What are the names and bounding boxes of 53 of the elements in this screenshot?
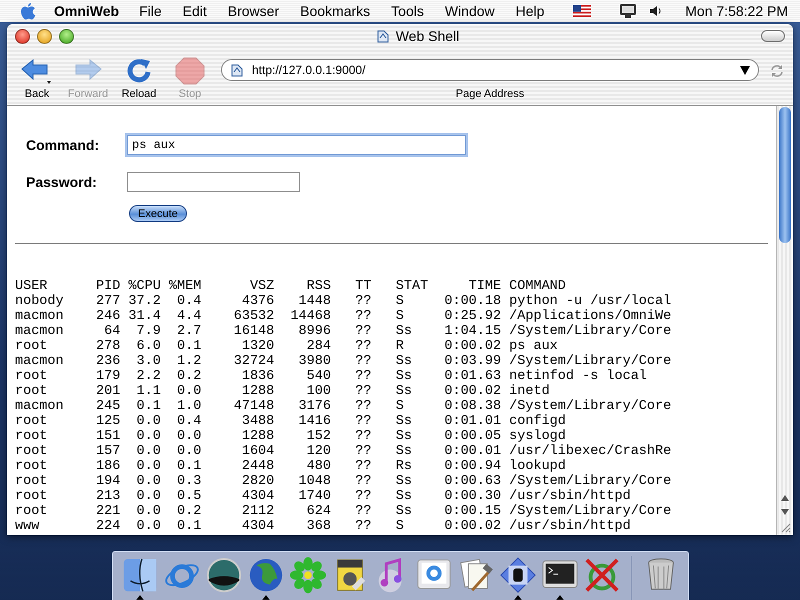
window-title: Web Shell xyxy=(396,28,460,44)
output-line: root 221 0.0 0.2 2112 624 ?? Ss 0:00.15 /System/Library/Core xyxy=(15,504,672,519)
menu-item[interactable]: File xyxy=(139,3,162,19)
reload-button[interactable]: Reload xyxy=(115,56,163,100)
password-label: Password: xyxy=(26,174,98,190)
zoom-button[interactable] xyxy=(59,28,74,44)
scroll-down-icon[interactable] xyxy=(780,508,790,516)
output-line: root 278 6.0 0.1 1320 284 ?? R 0:00.02 ps aux xyxy=(15,339,558,354)
menu-item[interactable]: Bookmarks xyxy=(300,3,370,19)
menu-item[interactable]: Edit xyxy=(182,3,207,19)
command-field[interactable]: ps aux xyxy=(127,134,466,154)
toolbar-toggle-button[interactable] xyxy=(761,30,785,42)
password-field[interactable] xyxy=(127,172,300,192)
output-line: nobody 277 37.2 0.4 4376 1448 ?? S 0:00.18 python -u /usr/local xyxy=(15,294,672,309)
scrollbar-thumb[interactable] xyxy=(779,107,791,243)
dropdown-icon[interactable] xyxy=(740,66,750,74)
menu-item[interactable]: Tools xyxy=(391,3,424,19)
menu-clock[interactable]: Mon 7:58:22 PM xyxy=(685,3,788,19)
minimize-button[interactable] xyxy=(37,28,52,44)
output-line: macmon 64 7.9 2.7 16148 8996 ?? Ss 1:04.15 /System/Library/Core xyxy=(15,324,672,339)
output-line: root 157 0.0 0.0 1604 120 ?? Ss 0:00.01 /usr/libexec/CrashRe xyxy=(15,444,672,459)
menu-item[interactable]: Help xyxy=(516,3,544,19)
display-icon[interactable] xyxy=(619,3,638,19)
output-line: root 179 2.2 0.2 1836 540 ?? Ss 0:01.63 netinfod -s local xyxy=(15,369,647,384)
output-line: root 201 1.1 0.0 1288 100 ?? Ss 0:00.02 inetd xyxy=(15,384,550,399)
output-line: root 213 0.0 0.5 4304 1740 ?? Ss 0:00.30 /usr/sbin/httpd xyxy=(15,489,631,504)
output-line: macmon 245 0.1 1.0 47148 3176 ?? S 0:08.38 /System/Library/Core xyxy=(15,399,672,414)
flag-icon[interactable] xyxy=(573,5,592,17)
refresh-icon[interactable] xyxy=(769,63,785,79)
command-label: Command: xyxy=(26,136,100,152)
execute-button[interactable]: Execute xyxy=(129,205,187,222)
scroll-up-icon[interactable] xyxy=(780,494,790,502)
address-field[interactable]: http://127.0.0.1:9000/ xyxy=(221,59,759,81)
scrollbar-track[interactable] xyxy=(776,106,793,535)
speaker-icon[interactable] xyxy=(649,4,664,18)
menu-item[interactable]: Window xyxy=(444,3,495,19)
address-label: Page Address xyxy=(456,88,524,100)
menu-item[interactable]: Browser xyxy=(228,3,280,19)
output-line: root 151 0.0 0.0 1288 152 ?? Ss 0:00.05 syslogd xyxy=(15,429,566,444)
page-icon xyxy=(376,29,390,43)
output-line: root 186 0.0 0.1 2448 480 ?? Rs 0:00.94 lookupd xyxy=(15,459,566,474)
output-line: root 194 0.0 0.3 2820 1048 ?? Ss 0:00.63 /System/Library/Core xyxy=(15,474,672,489)
close-button[interactable] xyxy=(15,28,30,44)
back-button[interactable]: Back xyxy=(13,56,61,100)
app-menu[interactable]: OmniWeb xyxy=(54,3,120,19)
output-line: macmon 246 31.4 4.4 63532 14468 ?? S 0:25.92 /Applications/OmniWe xyxy=(15,309,672,324)
page-icon xyxy=(230,63,244,77)
output-line: root 125 0.0 0.4 3488 1416 ?? Ss 0:01.01 configd xyxy=(15,414,566,429)
apple-icon[interactable] xyxy=(20,2,36,20)
output-line: macmon 236 3.0 1.2 32724 3980 ?? Ss 0:03.99 /System/Library/Core xyxy=(15,354,672,369)
resize-grip-icon[interactable] xyxy=(779,521,791,533)
output-line: USER PID %CPU %MEM VSZ RSS TT STAT TIME COMMAND xyxy=(15,279,566,294)
output-line: www 224 0.0 0.1 4304 368 ?? S 0:00.02 /usr/sbin/httpd xyxy=(15,519,631,534)
